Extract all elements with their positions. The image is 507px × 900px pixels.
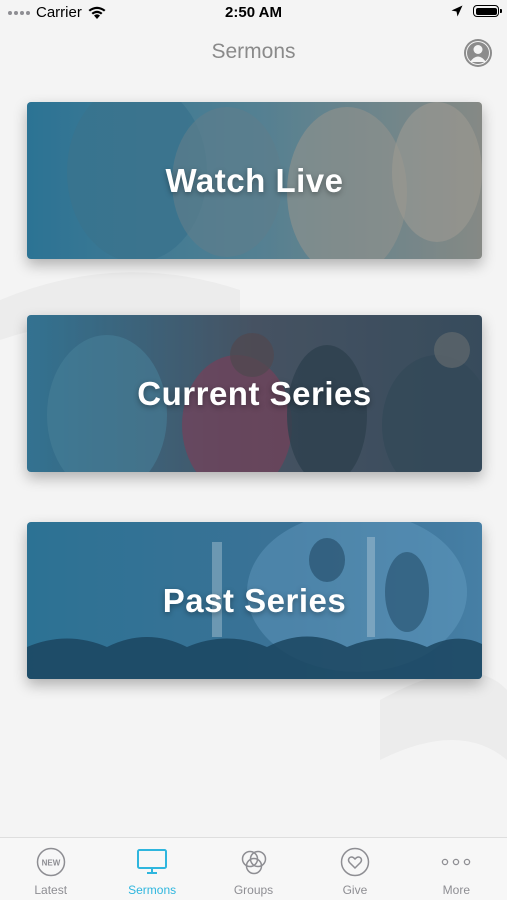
- tab-groups[interactable]: Groups: [203, 838, 304, 900]
- tab-sermons[interactable]: Sermons: [101, 838, 202, 900]
- current-series-card[interactable]: Current Series: [27, 315, 482, 472]
- tv-icon: [137, 849, 168, 874]
- groups-circles-icon: [241, 850, 266, 875]
- tab-sermons-label: Sermons: [128, 883, 177, 897]
- new-badge-icon: NEW: [36, 847, 65, 877]
- nav-bar: Sermons: [0, 26, 507, 84]
- tab-latest-label: Latest: [34, 883, 68, 897]
- more-dots-icon: [442, 858, 471, 866]
- tab-more[interactable]: More: [406, 838, 507, 900]
- watch-live-title: Watch Live: [165, 161, 344, 199]
- battery-icon: [473, 5, 502, 17]
- status-time: 2:50 AM: [225, 4, 282, 21]
- tab-bar: NEW Latest Sermons Groups Give More: [0, 837, 507, 900]
- current-series-title: Current Series: [137, 374, 372, 412]
- svg-text:NEW: NEW: [41, 859, 60, 868]
- page-title: Sermons: [211, 40, 296, 63]
- tab-groups-label: Groups: [233, 883, 274, 897]
- tab-give[interactable]: Give: [304, 838, 405, 900]
- past-series-card[interactable]: Past Series: [27, 522, 482, 679]
- heart-icon: [340, 847, 370, 877]
- past-series-title: Past Series: [162, 581, 347, 619]
- profile-avatar-icon[interactable]: [463, 38, 493, 68]
- location-arrow-icon: [451, 5, 463, 17]
- watch-live-card[interactable]: Watch Live: [27, 102, 482, 259]
- tab-give-label: Give: [342, 883, 368, 897]
- tab-latest[interactable]: NEW Latest: [0, 838, 101, 900]
- status-bar: Carrier 2:50 AM: [0, 0, 507, 26]
- tab-more-label: More: [442, 883, 470, 897]
